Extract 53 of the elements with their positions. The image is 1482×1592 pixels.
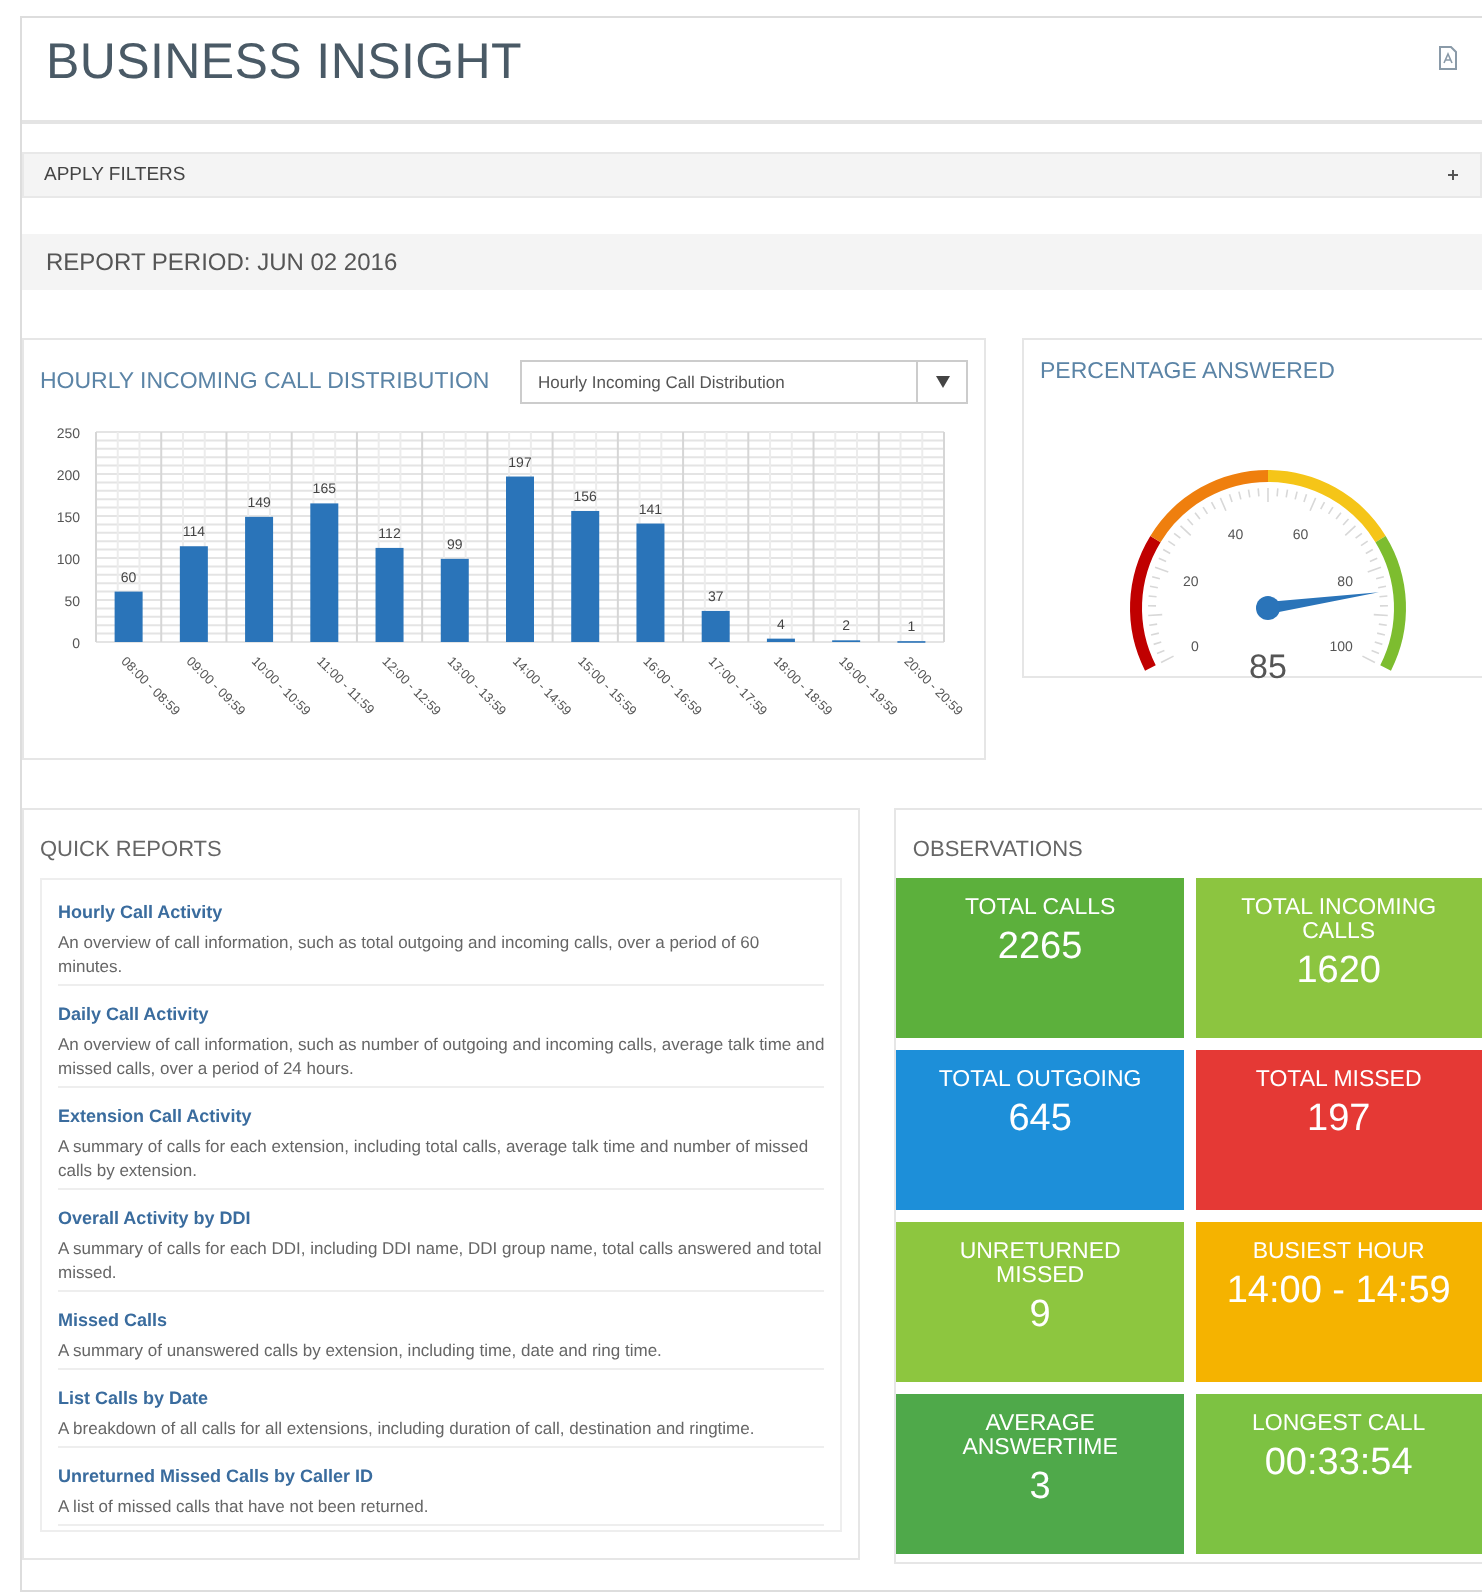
stat-value: 00:33:54 (1264, 1442, 1413, 1486)
report-description: A summary of unanswered calls by extension, including time, date and ring time. (58, 1338, 664, 1362)
gauge-reading: 85 (1249, 648, 1287, 684)
stat-label: TOTAL MISSED (1255, 1068, 1422, 1092)
report-link[interactable]: Extension Call Activity (58, 1106, 252, 1126)
report-link[interactable]: Missed Calls (58, 1310, 168, 1330)
bar (114, 591, 143, 642)
stat-label: UNRETURNED MISSED (957, 1240, 1123, 1288)
gauge-title: PERCENTAGE ANSWERED (1040, 360, 1337, 384)
bar (636, 523, 665, 642)
filters-bar[interactable]: APPLY FILTERS (22, 152, 1482, 198)
section-title: QUICK REPORTS (40, 838, 224, 862)
stat-value: 197 (1307, 1098, 1371, 1142)
report-link[interactable]: Daily Call Activity (58, 1004, 209, 1024)
report-description: A breakdown of all calls for all extensions, including duration of call, destination and ringtime. (58, 1416, 757, 1440)
report-link[interactable]: List Calls by Date (58, 1388, 209, 1408)
stat-label: TOTAL OUTGOING (938, 1068, 1142, 1092)
page-title: BUSINESS INSIGHT (46, 34, 522, 92)
stat-value: 9 (1029, 1294, 1051, 1338)
gauge-needle (1256, 592, 1379, 620)
stat-value: 2265 (997, 926, 1083, 970)
stat-label: BUSIEST HOUR (1252, 1240, 1425, 1264)
bar (375, 547, 404, 642)
stat-label: TOTAL INCOMING CALLS (1239, 896, 1439, 944)
report-description: An overview of call information, such as total outgoing and incoming calls, over a period of 60 minutes. (58, 930, 762, 978)
stat-label: AVERAGE ANSWERTIME (960, 1412, 1120, 1460)
stat-value: 1620 (1296, 950, 1381, 994)
bar (440, 558, 469, 642)
report-description: A list of missed calls that have not been returned. (58, 1494, 431, 1518)
filters-label: APPLY FILTERS (44, 164, 186, 186)
report-link[interactable]: Overall Activity by DDI (58, 1208, 251, 1228)
stat-value: 645 (1008, 1098, 1072, 1142)
report-description: A summary of calls for each extension, including total calls, average talk time and number of missed calls by extension. (58, 1134, 811, 1182)
stat-label: TOTAL CALLS (964, 896, 1116, 920)
bar (179, 546, 208, 642)
pdf-icon[interactable] (1438, 46, 1458, 70)
chart-dropdown[interactable]: Hourly Incoming Call Distribution (520, 360, 968, 404)
stat-value: 3 (1029, 1466, 1051, 1510)
report-link[interactable]: Unreturned Missed Calls by Caller ID (58, 1466, 374, 1486)
bar (571, 510, 600, 642)
report-description: An overview of call information, such as number of outgoing and incoming calls, average talk time and missed calls, over a period of 24 hours. (58, 1032, 825, 1080)
report-link[interactable]: Hourly Call Activity (58, 902, 223, 922)
plus-icon[interactable] (1446, 168, 1460, 182)
bar (310, 503, 339, 642)
bar (701, 610, 730, 642)
report-period: REPORT PERIOD: JUN 02 2016 (22, 234, 1482, 290)
section-title: OBSERVATIONS (912, 838, 1085, 862)
stat-value: 14:00 - 14:59 (1226, 1270, 1451, 1314)
stat-label: LONGEST CALL (1251, 1412, 1426, 1436)
caret-icon (935, 376, 949, 388)
report-description: A summary of calls for each DDI, including DDI name, DDI group name, total calls answered and total missed. (58, 1236, 824, 1284)
chart-title: HOURLY INCOMING CALL DISTRIBUTION (40, 370, 490, 394)
bar (245, 516, 274, 642)
